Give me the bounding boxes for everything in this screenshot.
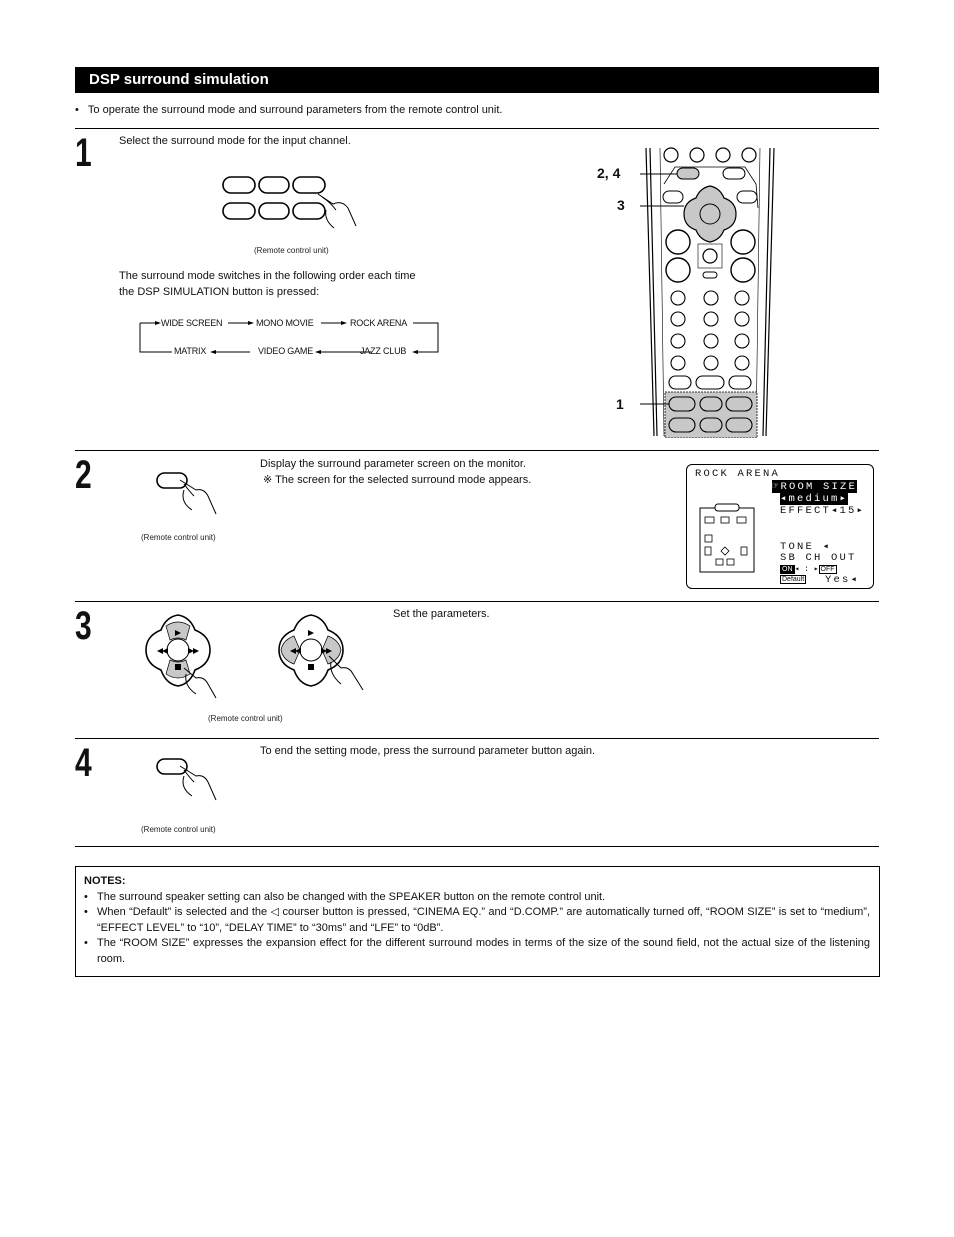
osd-effect: EFFECT◂15▸ — [780, 505, 866, 517]
callout-3: 3 — [617, 197, 625, 213]
notes-title: NOTES: — [84, 875, 126, 887]
step-4-caption: (Remote control unit) — [141, 825, 216, 834]
mode-jazz-club: JAZZ CLUB — [360, 346, 407, 356]
mode-button — [292, 202, 326, 220]
mode-button — [222, 176, 256, 194]
step-1-caption: (Remote control unit) — [254, 246, 329, 255]
divider — [75, 601, 879, 602]
osd-mode: ROCK ARENA — [695, 468, 781, 480]
intro-text: To operate the surround mode and surroun… — [87, 104, 503, 116]
surround-mode-buttons-illustration — [222, 176, 357, 229]
callout-2-4: 2, 4 — [597, 165, 621, 181]
divider — [75, 846, 879, 847]
osd-default: Default — [780, 575, 807, 584]
mode-button — [258, 176, 290, 194]
step-3-text: Set the parameters. — [393, 608, 490, 620]
speaker-layout-icon — [699, 503, 755, 573]
osd-on: ON — [780, 565, 795, 574]
mode-button — [258, 202, 290, 220]
step-3-caption: (Remote control unit) — [208, 714, 283, 723]
cursor-pad-up-down — [145, 614, 217, 699]
step-2-number: 2 — [75, 453, 92, 497]
step-1-text: Select the surround mode for the input c… — [119, 135, 351, 147]
intro-line: • To operate the surround mode and surro… — [75, 104, 502, 116]
mode-video-game: VIDEO GAME — [258, 346, 314, 356]
step-2-note: ※ The screen for the selected surround m… — [263, 474, 532, 486]
divider — [75, 738, 879, 739]
sequence-text-2: the DSP SIMULATION button is pressed: — [119, 286, 320, 298]
press-button-illustration — [156, 472, 217, 515]
surround-parameter-button — [676, 167, 700, 180]
osd-sb-ch-out: SB CH OUT — [780, 552, 857, 564]
mode-rock-arena: ROCK ARENA — [350, 318, 408, 328]
section-title: DSP surround simulation — [89, 71, 269, 88]
step-2-text: Display the surround parameter screen on… — [260, 458, 526, 470]
step-4-number: 4 — [75, 741, 92, 785]
callout-1: 1 — [616, 396, 624, 412]
step-3-number: 3 — [75, 604, 92, 648]
mode-mono-movie: MONO MOVIE — [256, 318, 314, 328]
mode-button — [222, 202, 256, 220]
mode-matrix: MATRIX — [174, 346, 207, 356]
surround-parameter-screen: ROCK ARENA ☞ROOM SIZE ◂medium▸ EFFECT◂15… — [686, 464, 874, 589]
osd-yes: Yes◂ — [825, 574, 860, 586]
note-item: • The “ROOM SIZE” expresses the expansion… — [84, 937, 870, 965]
step-1-number: 1 — [75, 131, 92, 175]
divider — [75, 450, 879, 451]
remote-control-illustration — [640, 147, 775, 438]
cursor-pad-illustration — [145, 614, 364, 699]
hand-icon — [179, 765, 217, 801]
divider — [75, 128, 879, 129]
mode-wide-screen: WIDE SCREEN — [161, 318, 223, 328]
hand-icon — [183, 667, 217, 699]
notes-box: NOTES: • The surround speaker setting can… — [75, 866, 880, 977]
bullet: • — [75, 104, 79, 116]
sequence-text-1: The surround mode switches in the follow… — [119, 270, 416, 282]
section-header: DSP surround simulation — [75, 67, 879, 93]
hand-icon — [179, 479, 217, 515]
press-button-illustration — [156, 758, 217, 801]
note-item: • When “Default” is selected and the ◁ co… — [84, 906, 870, 934]
hand-icon — [328, 655, 364, 691]
cursor-pad-left-right — [278, 614, 364, 691]
note-item: • The surround speaker setting can also b… — [84, 891, 606, 903]
step-2-caption: (Remote control unit) — [141, 533, 216, 542]
step-4-text: To end the setting mode, press the surro… — [260, 745, 596, 757]
mode-button — [292, 176, 326, 194]
